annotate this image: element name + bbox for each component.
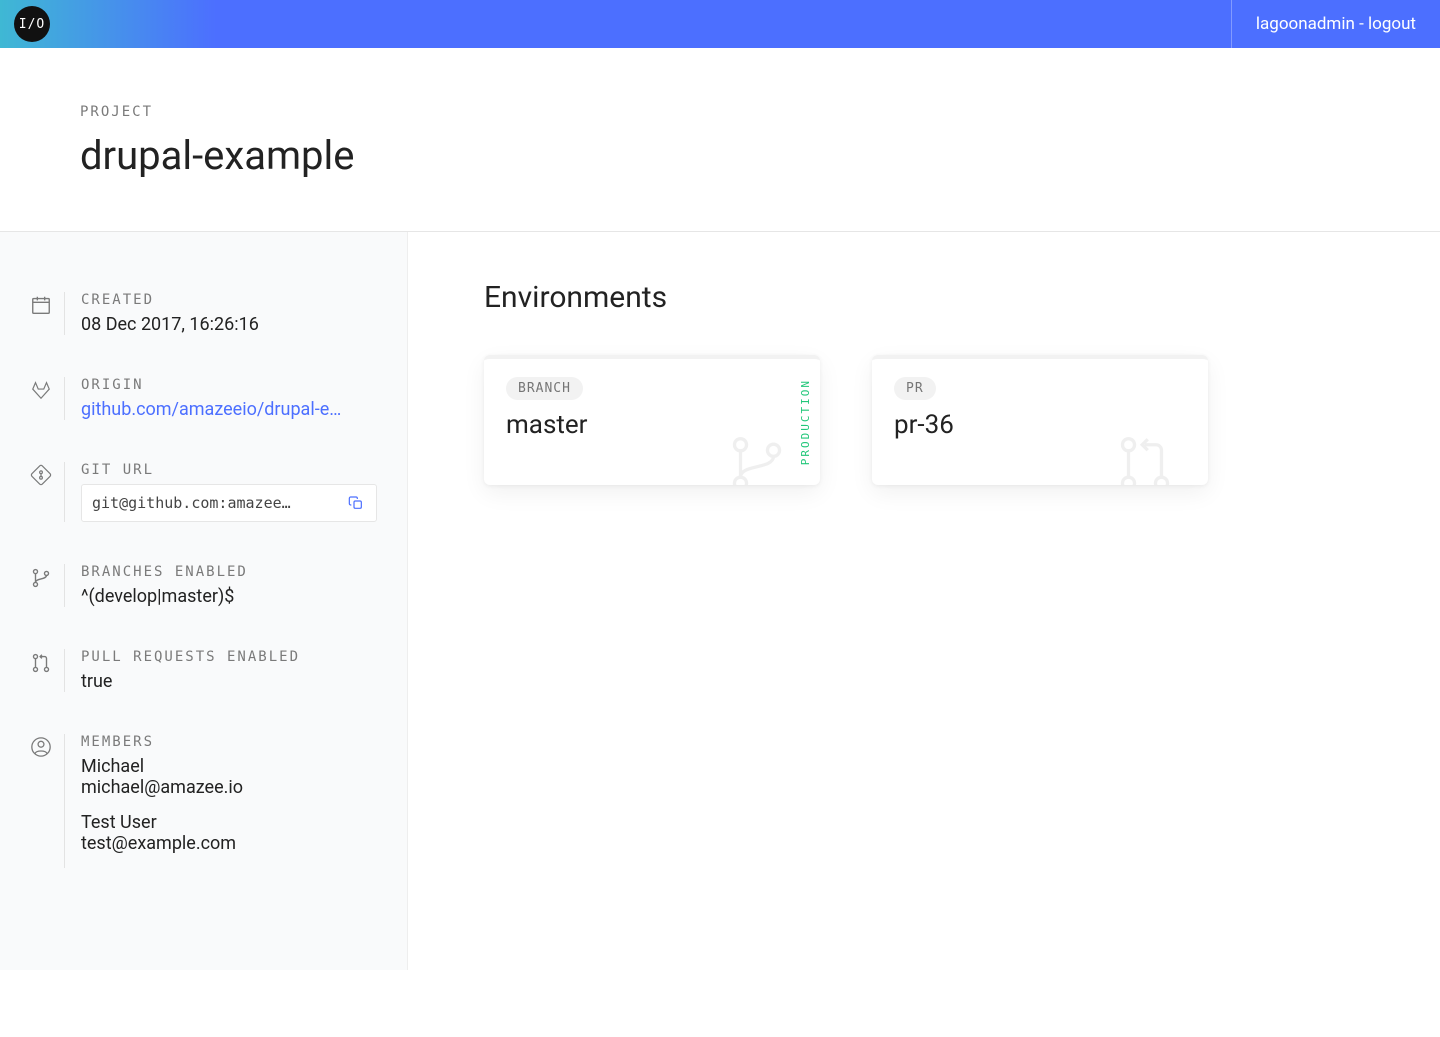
logo[interactable]: I/O bbox=[14, 6, 50, 42]
sidebar: CREATED 08 Dec 2017, 16:26:16 ORIGIN git… bbox=[0, 232, 408, 970]
gitlab-icon bbox=[30, 377, 64, 401]
main: Environments BRANCH master PRODUCTION PR bbox=[408, 232, 1440, 970]
user-icon bbox=[30, 734, 64, 758]
created-value: 08 Dec 2017, 16:26:16 bbox=[81, 314, 377, 335]
meta-label: PULL REQUESTS ENABLED bbox=[81, 649, 377, 665]
page-header: PROJECT drupal-example bbox=[0, 48, 1440, 232]
copy-button[interactable] bbox=[346, 493, 366, 513]
meta-origin: ORIGIN github.com/amazeeio/drupal-e… bbox=[30, 377, 377, 420]
pull-request-icon bbox=[30, 649, 64, 675]
meta-label: CREATED bbox=[81, 292, 377, 308]
member-email: michael@amazee.io bbox=[81, 777, 377, 798]
meta-giturl: GIT URL git@github.com:amazee… bbox=[30, 462, 377, 522]
top-bar: I/O lagoonadmin - logout bbox=[0, 0, 1440, 48]
meta-label: ORIGIN bbox=[81, 377, 377, 393]
member-name: Michael bbox=[81, 756, 377, 777]
branch-bg-icon bbox=[724, 431, 790, 485]
production-badge: PRODUCTION bbox=[794, 359, 816, 485]
environment-card-pr36[interactable]: PR pr-36 bbox=[872, 355, 1208, 485]
giturl-value: git@github.com:amazee… bbox=[92, 494, 334, 512]
meta-label: MEMBERS bbox=[81, 734, 377, 750]
branches-value: ^(develop|master)$ bbox=[81, 586, 377, 607]
member-email: test@example.com bbox=[81, 833, 377, 854]
branch-icon bbox=[30, 564, 64, 590]
meta-created: CREATED 08 Dec 2017, 16:26:16 bbox=[30, 292, 377, 335]
git-icon bbox=[30, 462, 64, 486]
env-type-badge: BRANCH bbox=[506, 377, 583, 400]
meta-prs: PULL REQUESTS ENABLED true bbox=[30, 649, 377, 692]
project-title: drupal-example bbox=[80, 132, 1440, 179]
logo-wrap: I/O bbox=[0, 0, 50, 48]
member-item: Test User test@example.com bbox=[81, 812, 377, 854]
environments-heading: Environments bbox=[484, 280, 1364, 315]
environments-grid: BRANCH master PRODUCTION PR pr-36 bbox=[484, 355, 1364, 485]
production-label: PRODUCTION bbox=[799, 379, 812, 465]
prs-value: true bbox=[81, 671, 377, 692]
meta-label: BRANCHES ENABLED bbox=[81, 564, 377, 580]
content: CREATED 08 Dec 2017, 16:26:16 ORIGIN git… bbox=[0, 232, 1440, 970]
giturl-box: git@github.com:amazee… bbox=[81, 484, 377, 522]
pull-request-bg-icon bbox=[1112, 431, 1178, 485]
project-eyebrow: PROJECT bbox=[80, 104, 1440, 120]
user-logout-link[interactable]: lagoonadmin - logout bbox=[1231, 0, 1416, 48]
meta-members: MEMBERS Michael michael@amazee.io Test U… bbox=[30, 734, 377, 868]
meta-branches: BRANCHES ENABLED ^(develop|master)$ bbox=[30, 564, 377, 607]
meta-label: GIT URL bbox=[81, 462, 377, 478]
env-type-badge: PR bbox=[894, 377, 936, 400]
calendar-icon bbox=[30, 292, 64, 316]
member-item: Michael michael@amazee.io bbox=[81, 756, 377, 798]
origin-link[interactable]: github.com/amazeeio/drupal-e… bbox=[81, 399, 377, 420]
member-name: Test User bbox=[81, 812, 377, 833]
environment-card-master[interactable]: BRANCH master PRODUCTION bbox=[484, 355, 820, 485]
